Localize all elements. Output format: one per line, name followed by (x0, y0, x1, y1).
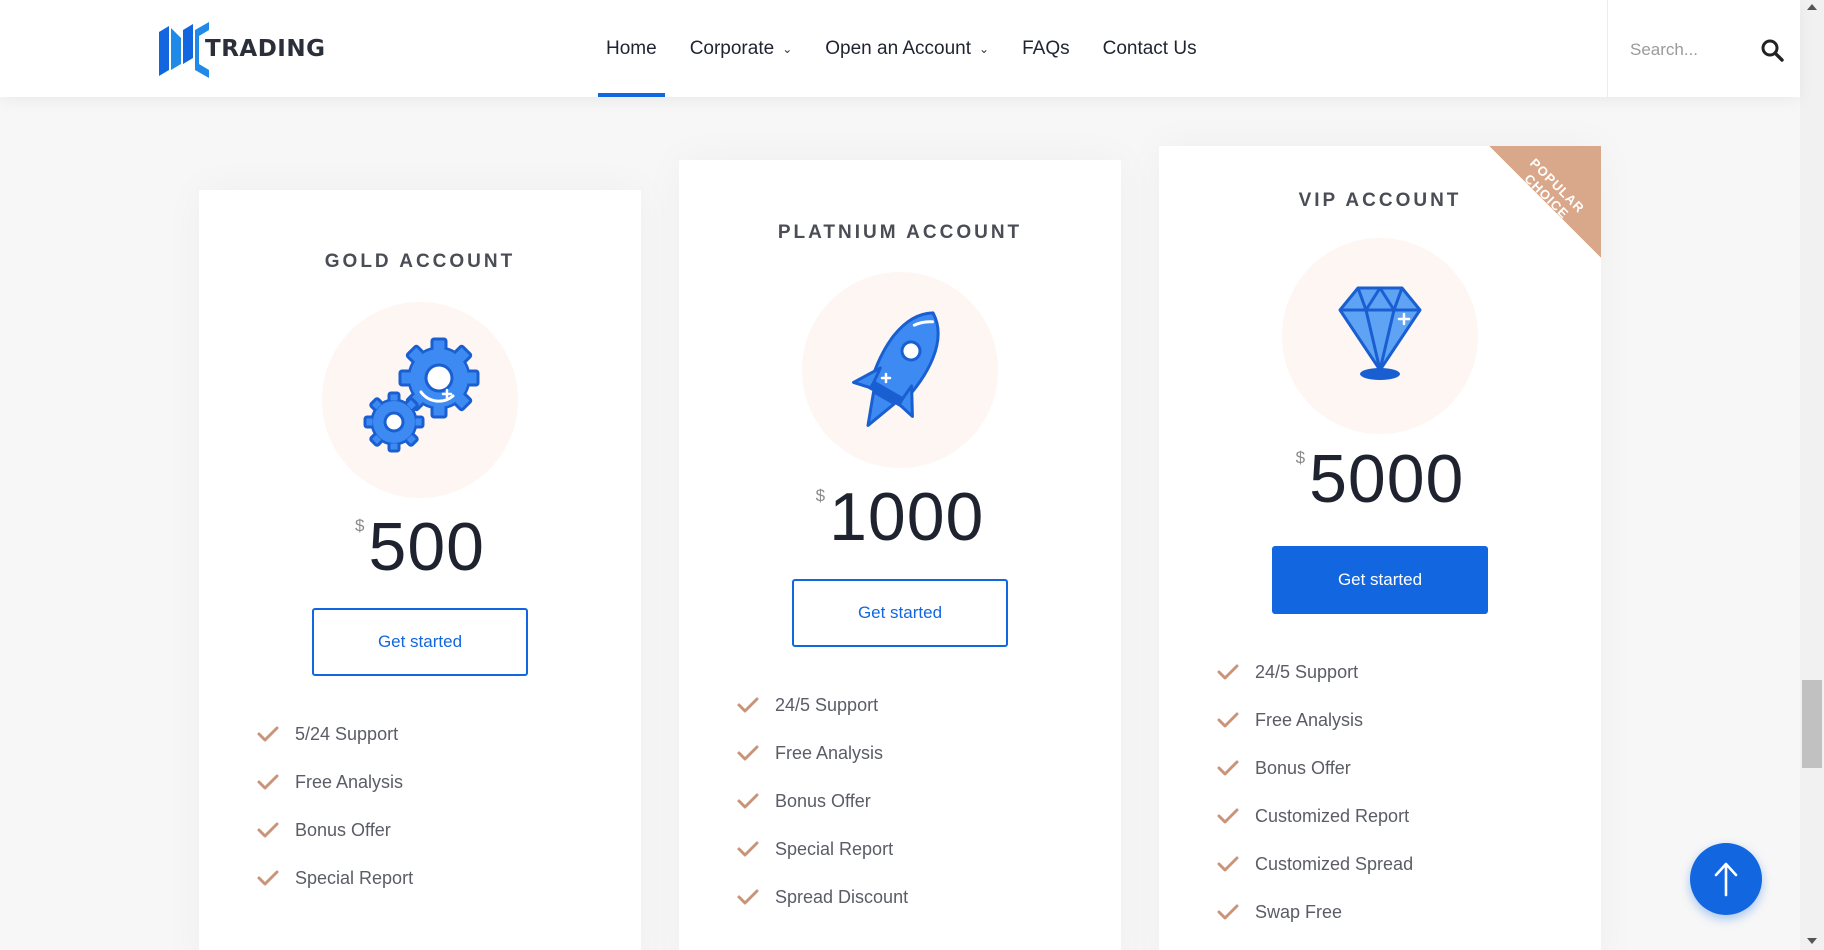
pricing-card-platinum: PLATNIUM ACCOUNT $1000 Get started 24/5 … (679, 160, 1121, 950)
check-icon (257, 870, 279, 886)
feature-item: Swap Free (1217, 888, 1413, 936)
diamond-icon (1338, 286, 1422, 380)
nav-item-open-account[interactable]: Open an Account ⌄ (817, 0, 997, 97)
feature-label: Special Report (775, 838, 894, 859)
feature-item: Customized Spread (1217, 840, 1413, 888)
feature-label: Free Analysis (1255, 709, 1364, 730)
chevron-down-icon: ⌄ (979, 41, 990, 56)
page-scrollbar[interactable] (1800, 0, 1824, 950)
feature-label: Special Report (295, 867, 414, 888)
feature-item: Bonus Offer (257, 806, 413, 854)
check-icon (737, 841, 759, 857)
feature-label: Bonus Offer (775, 790, 871, 811)
nav-item-contact[interactable]: Contact Us (1095, 0, 1205, 97)
feature-label: Customized Spread (1255, 853, 1414, 874)
check-icon (1217, 760, 1239, 776)
feature-item: 5/24 Support (257, 710, 413, 758)
feature-label: 24/5 Support (775, 694, 879, 715)
get-started-button[interactable]: Get started (312, 608, 528, 676)
feature-item: Free Analysis (737, 729, 908, 777)
feature-item: 24/5 Support (737, 681, 908, 729)
plan-icon-circle (802, 272, 998, 468)
currency-symbol: $ (1295, 448, 1306, 467)
feature-item: 24/5 Support (1217, 648, 1413, 696)
check-icon (737, 793, 759, 809)
feature-item: Bonus Offer (1217, 744, 1413, 792)
plan-price: $1000 (679, 478, 1121, 556)
plan-icon-circle (322, 302, 518, 498)
back-to-top-button[interactable] (1690, 843, 1762, 915)
plan-title: VIP ACCOUNT (1298, 190, 1462, 211)
plan-title: PLATNIUM ACCOUNT (777, 222, 1023, 243)
feature-list: 24/5 Support Free Analysis Bonus Offer S… (737, 681, 908, 921)
pricing-card-gold: GOLD ACCOUNT $500 Get started 5/24 Suppo… (199, 190, 641, 950)
logo-text: TRADING (205, 36, 326, 62)
feature-label: Swap Free (1255, 901, 1343, 922)
feature-item: Bonus Offer (737, 777, 908, 825)
plan-title: GOLD ACCOUNT (324, 251, 516, 272)
check-icon (257, 726, 279, 742)
rocket-icon (852, 311, 940, 427)
gears-icon (363, 337, 480, 453)
pricing-card-vip: POPULAR CHOICE VIP ACCOUNT $5000 Get sta… (1159, 146, 1601, 950)
site-header: TRADING Home Corporate ⌄ Open an Account… (0, 0, 1800, 97)
feature-list: 24/5 Support Free Analysis Bonus Offer C… (1217, 648, 1413, 936)
nav-item-corporate[interactable]: Corporate ⌄ (682, 0, 801, 97)
search-input[interactable] (1630, 38, 1740, 62)
price-amount: 1000 (829, 479, 985, 555)
check-icon (1217, 904, 1239, 920)
nav-item-label: FAQs (1022, 37, 1070, 59)
currency-symbol: $ (815, 486, 826, 505)
scrollbar-thumb[interactable] (1802, 680, 1822, 768)
feature-item: Customized Report (1217, 792, 1413, 840)
currency-symbol: $ (355, 516, 365, 535)
get-started-button[interactable]: Get started (792, 579, 1008, 647)
check-icon (1217, 808, 1239, 824)
check-icon (257, 774, 279, 790)
plan-icon-circle (1282, 238, 1478, 434)
plan-price: $500 (199, 508, 641, 586)
scroll-down-arrow-icon[interactable] (1807, 938, 1817, 944)
feature-item: Free Analysis (1217, 696, 1413, 744)
check-icon (1217, 664, 1239, 680)
feature-label: 24/5 Support (1255, 661, 1359, 682)
feature-label: 5/24 Support (295, 723, 399, 744)
main-nav: Home Corporate ⌄ Open an Account ⌄ FAQs … (598, 0, 1222, 97)
feature-label: Bonus Offer (1255, 757, 1351, 778)
check-icon (737, 697, 759, 713)
nav-item-label: Home (606, 37, 657, 59)
nav-item-faqs[interactable]: FAQs (1014, 0, 1078, 97)
chevron-down-icon: ⌄ (782, 41, 793, 56)
feature-label: Spread Discount (775, 886, 909, 907)
feature-item: Spread Discount (737, 873, 908, 921)
feature-label: Free Analysis (295, 771, 404, 792)
feature-label: Free Analysis (775, 742, 884, 763)
price-amount: 5000 (1309, 441, 1465, 517)
nav-item-label: Open an Account (825, 37, 972, 59)
price-amount: 500 (368, 509, 485, 585)
search-icon[interactable] (1760, 38, 1784, 62)
logo-mark-icon (159, 22, 209, 78)
get-started-button[interactable]: Get started (1272, 546, 1488, 614)
feature-list: 5/24 Support Free Analysis Bonus Offer S… (257, 710, 413, 902)
arrow-up-icon (1714, 862, 1738, 897)
check-icon (1217, 712, 1239, 728)
feature-label: Bonus Offer (295, 819, 391, 840)
nav-item-label: Contact Us (1102, 37, 1197, 59)
feature-item: Free Analysis (257, 758, 413, 806)
check-icon (257, 822, 279, 838)
plan-price: $5000 (1159, 440, 1601, 518)
scroll-up-arrow-icon[interactable] (1807, 4, 1817, 10)
nav-item-home[interactable]: Home (598, 0, 665, 97)
feature-label: Customized Report (1255, 805, 1410, 826)
check-icon (737, 889, 759, 905)
check-icon (737, 745, 759, 761)
check-icon (1217, 856, 1239, 872)
nav-item-label: Corporate (689, 37, 775, 59)
feature-item: Special Report (737, 825, 908, 873)
search-box (1607, 0, 1800, 97)
logo[interactable]: TRADING (155, 20, 325, 78)
feature-item: Special Report (257, 854, 413, 902)
